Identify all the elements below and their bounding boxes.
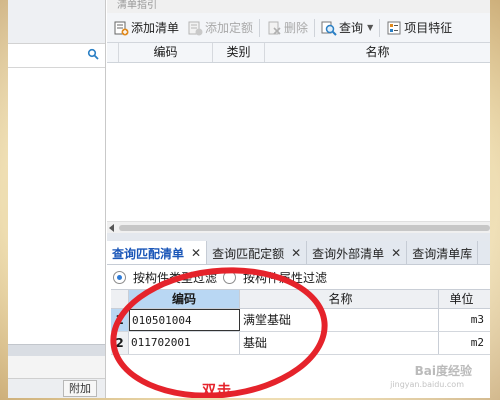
magnifier-icon	[321, 21, 337, 36]
search-input[interactable]	[8, 44, 105, 68]
add-quota-button[interactable]: 添加定额	[183, 17, 257, 39]
toolbar-separator	[259, 18, 261, 37]
scroll-left-icon[interactable]	[109, 224, 114, 232]
toolbar: 添加清单 添加定额 删除 查询 ▼ 项目特征	[107, 13, 490, 43]
query-tabs: 查询匹配清单 ✕ 查询匹配定额 ✕ 查询外部清单 ✕ 查询清单库	[107, 241, 490, 265]
unit-cell[interactable]: m2	[439, 332, 490, 354]
row-header-column	[107, 43, 119, 62]
close-icon[interactable]: ✕	[191, 246, 201, 260]
component-tree[interactable]	[8, 68, 105, 344]
query-label: 查询	[339, 21, 364, 35]
close-icon[interactable]: ✕	[391, 246, 401, 260]
filter-by-type-radio[interactable]	[113, 270, 126, 284]
column-header-name[interactable]: 名称	[265, 43, 490, 62]
chevron-down-icon[interactable]: ▼	[367, 23, 373, 32]
scrollbar-thumb[interactable]	[119, 225, 490, 231]
item-feature-label: 项目特征	[404, 21, 453, 35]
close-icon[interactable]: ✕	[291, 246, 301, 260]
tab-match-list[interactable]: 查询匹配清单 ✕	[107, 241, 208, 264]
panel-title: 清单指引	[107, 0, 490, 13]
tab-external-list[interactable]: 查询外部清单 ✕	[307, 241, 408, 264]
query-button[interactable]: 查询 ▼	[317, 17, 377, 39]
toolbar-separator	[314, 18, 316, 37]
list-grid-header: 编码 类别 名称	[107, 43, 490, 63]
left-scrollbar[interactable]	[8, 344, 105, 356]
tab-match-quota[interactable]: 查询匹配定额 ✕	[207, 241, 308, 264]
delete-icon	[268, 21, 281, 35]
column-header-code[interactable]: 编码	[119, 43, 213, 62]
unit-cell[interactable]: m3	[439, 309, 490, 331]
delete-label: 删除	[284, 21, 309, 35]
annotation-text: 双击	[202, 383, 232, 398]
tab-label: 查询匹配清单	[112, 246, 185, 261]
tab-label: 查询匹配定额	[212, 246, 285, 261]
add-list-label: 添加清单	[131, 21, 180, 35]
add-quota-icon	[188, 21, 203, 35]
attach-button[interactable]: 附加	[63, 380, 97, 397]
tab-list-library[interactable]: 查询清单库	[407, 241, 479, 264]
column-header-type[interactable]: 类别	[213, 43, 265, 62]
toolbar-separator	[379, 18, 381, 37]
panel-splitter[interactable]	[107, 233, 490, 241]
column-header-unit[interactable]: 单位	[439, 290, 490, 308]
watermark-url: jingyan.baidu.com	[390, 380, 464, 389]
tab-label: 查询外部清单	[312, 246, 385, 261]
item-feature-icon	[387, 21, 401, 34]
left-footer: 附加	[8, 378, 105, 398]
left-panel-header	[8, 0, 105, 44]
delete-button[interactable]: 删除	[262, 17, 312, 39]
list-grid-body[interactable]	[107, 63, 490, 221]
left-panel: 附加	[8, 0, 106, 398]
horizontal-scrollbar[interactable]	[107, 221, 490, 233]
add-list-button[interactable]: 添加清单	[109, 17, 183, 39]
app-window: 附加 清单指引 添加清单 添加定额 删除 查询 ▼ 项目特征 编码 类别 名称 …	[8, 0, 490, 398]
tab-label: 查询清单库	[412, 246, 473, 261]
add-quota-label: 添加定额	[205, 21, 254, 35]
add-list-icon	[114, 21, 129, 35]
watermark-logo: Bai度经验	[414, 364, 472, 378]
item-feature-button[interactable]: 项目特征	[382, 17, 456, 39]
search-icon[interactable]	[87, 48, 99, 60]
